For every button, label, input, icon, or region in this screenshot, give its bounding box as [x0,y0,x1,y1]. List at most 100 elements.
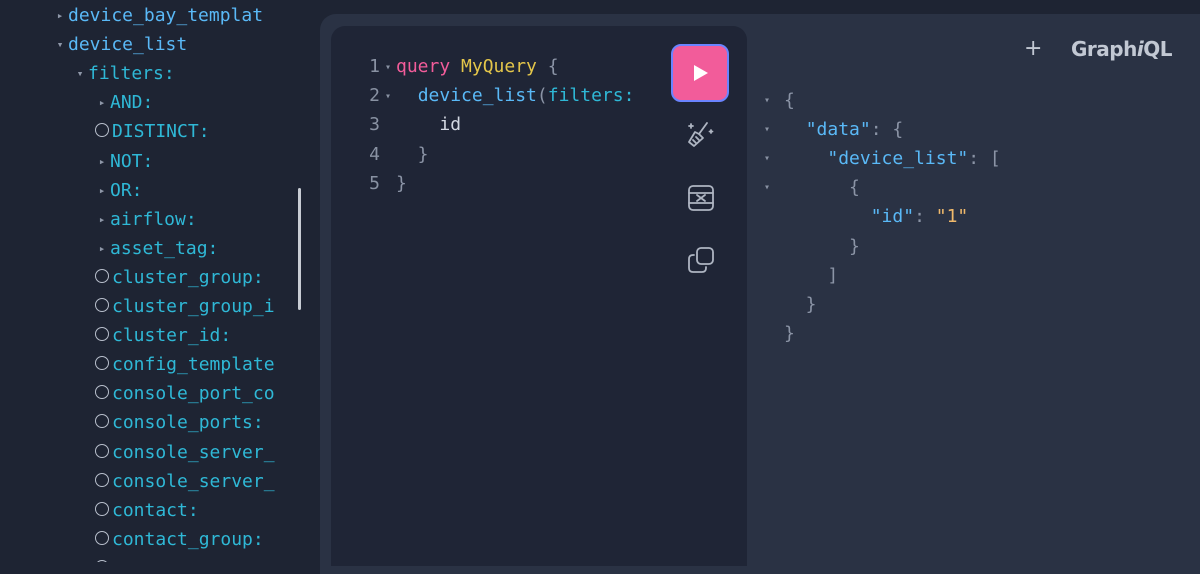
explorer-item[interactable]: ▸ device_bay_templat [52,2,284,30]
radio-circle-icon[interactable] [95,356,109,371]
caret-right-icon[interactable]: ▸ [94,235,110,263]
explorer-item-label: console_ports: [112,412,264,434]
explorer-item[interactable]: DISTINCT: [94,118,284,146]
line-number: 3 [369,114,380,136]
response-token: } [784,235,860,257]
code-token: { [536,56,559,77]
response-line: } [784,232,860,261]
explorer-item-label: console_server_ [112,441,275,463]
explorer-item[interactable]: contact: [94,497,284,525]
response-line: { [784,86,795,115]
explorer-scrollbar[interactable] [298,188,301,310]
code-token: } [396,143,429,165]
explorer-item[interactable]: ▸ asset_tag: [94,235,284,263]
prettify-icon [688,122,714,147]
response-line: } [784,319,795,348]
caret-down-icon[interactable]: ▾ [72,60,88,88]
explorer-item[interactable]: console_server_ [94,439,284,467]
prettify-button[interactable] [685,118,717,150]
response-token: } [784,322,795,344]
explorer-item-label: contact: [112,499,199,521]
caret-right-icon[interactable]: ▸ [94,206,110,234]
explorer-item-label: filters: [88,63,175,85]
response-token: { [784,177,860,199]
fold-caret-icon[interactable]: ▾ [380,82,396,111]
fold-caret-icon[interactable]: ▾ [380,53,396,82]
response-token: ] [784,264,839,286]
explorer-item[interactable]: cluster_group: [94,264,284,292]
response-token [784,206,871,227]
fold-caret-icon[interactable]: ▾ [764,115,770,144]
explorer-item[interactable]: ▾ device_list [52,31,284,59]
explorer-item[interactable]: console_server_ [94,468,284,496]
code-token: } [396,172,407,194]
explorer-item-label: AND: [110,92,154,114]
radio-circle-icon[interactable] [95,268,109,283]
code-line[interactable]: 4 } [366,140,429,169]
explorer-item-label: device_bay_templat [68,5,264,26]
explorer-item-label: cluster_group_i [112,296,275,317]
fold-caret-icon[interactable]: ▾ [764,173,770,202]
explorer-item[interactable]: ▸ NOT: [94,148,284,176]
code-line[interactable]: 2 ▾ device_list(filters: [366,81,634,110]
line-number: 1 [369,56,380,77]
response-token: "data" [805,119,871,141]
radio-circle-icon[interactable] [95,501,109,516]
code-line[interactable]: 1 ▾ query MyQuery { [366,52,559,82]
response-line: { [784,173,860,202]
explorer-item-label: cluster_group: [112,266,264,288]
copy-query-button[interactable] [685,244,717,276]
run-query-button[interactable] [671,44,729,102]
explorer-item[interactable]: console_port_co [94,380,284,408]
radio-circle-icon[interactable] [95,123,109,138]
response-line: "id": "1" [784,202,969,231]
explorer-item[interactable]: contact_group: [94,526,284,554]
radio-circle-icon[interactable] [95,530,109,545]
explorer-item-label: console_server_ [112,470,275,492]
response-token [784,119,806,140]
line-number: 4 [369,143,380,165]
explorer-item-label: DISTINCT: [112,121,210,143]
explorer-item-label: asset_tag: [110,237,219,259]
caret-right-icon[interactable]: ▸ [94,177,110,205]
add-tab-button[interactable]: + [1024,36,1042,61]
radio-circle-icon[interactable] [95,443,109,458]
response-token: "id" [870,206,915,228]
response-token: : [914,206,936,228]
fold-caret-icon[interactable]: ▾ [764,86,770,115]
copy-icon [688,247,714,273]
response-token: } [784,293,817,315]
explorer-item[interactable]: ▾ filters: [72,60,284,88]
explorer-item-label: config_template [112,354,275,376]
explorer-item[interactable] [94,555,284,562]
response-line: } [784,290,817,319]
response-line: "data": { [784,115,904,144]
explorer-item[interactable]: cluster_group_i [94,293,284,321]
radio-circle-icon[interactable] [95,414,109,429]
merge-fragments-button[interactable] [685,182,717,214]
radio-circle-icon[interactable] [95,327,109,342]
response-token: : [ [968,148,1001,170]
caret-right-icon[interactable]: ▸ [94,148,110,176]
fold-caret-icon[interactable]: ▾ [764,144,770,173]
line-number: 5 [369,172,380,194]
explorer-item[interactable]: config_template [94,351,284,379]
caret-right-icon[interactable]: ▸ [94,89,110,117]
radio-circle-icon[interactable] [95,298,109,312]
explorer-item[interactable]: ▸ OR: [94,177,284,205]
explorer-item[interactable]: cluster_id: [94,322,284,350]
explorer-item-label: NOT: [110,150,154,172]
caret-down-icon[interactable]: ▾ [52,31,68,59]
explorer-item-label: device_list [68,34,188,56]
code-line[interactable]: 3 id [366,110,461,139]
code-line[interactable]: 5} [366,169,407,198]
explorer-item[interactable]: console_ports: [94,409,284,437]
radio-circle-icon[interactable] [95,385,109,400]
explorer-item[interactable]: ▸ airflow: [94,206,284,234]
radio-circle-icon[interactable] [95,472,109,487]
response-token: : { [870,119,904,141]
explorer-item[interactable]: ▸ AND: [94,89,284,117]
caret-right-icon[interactable]: ▸ [52,2,68,30]
